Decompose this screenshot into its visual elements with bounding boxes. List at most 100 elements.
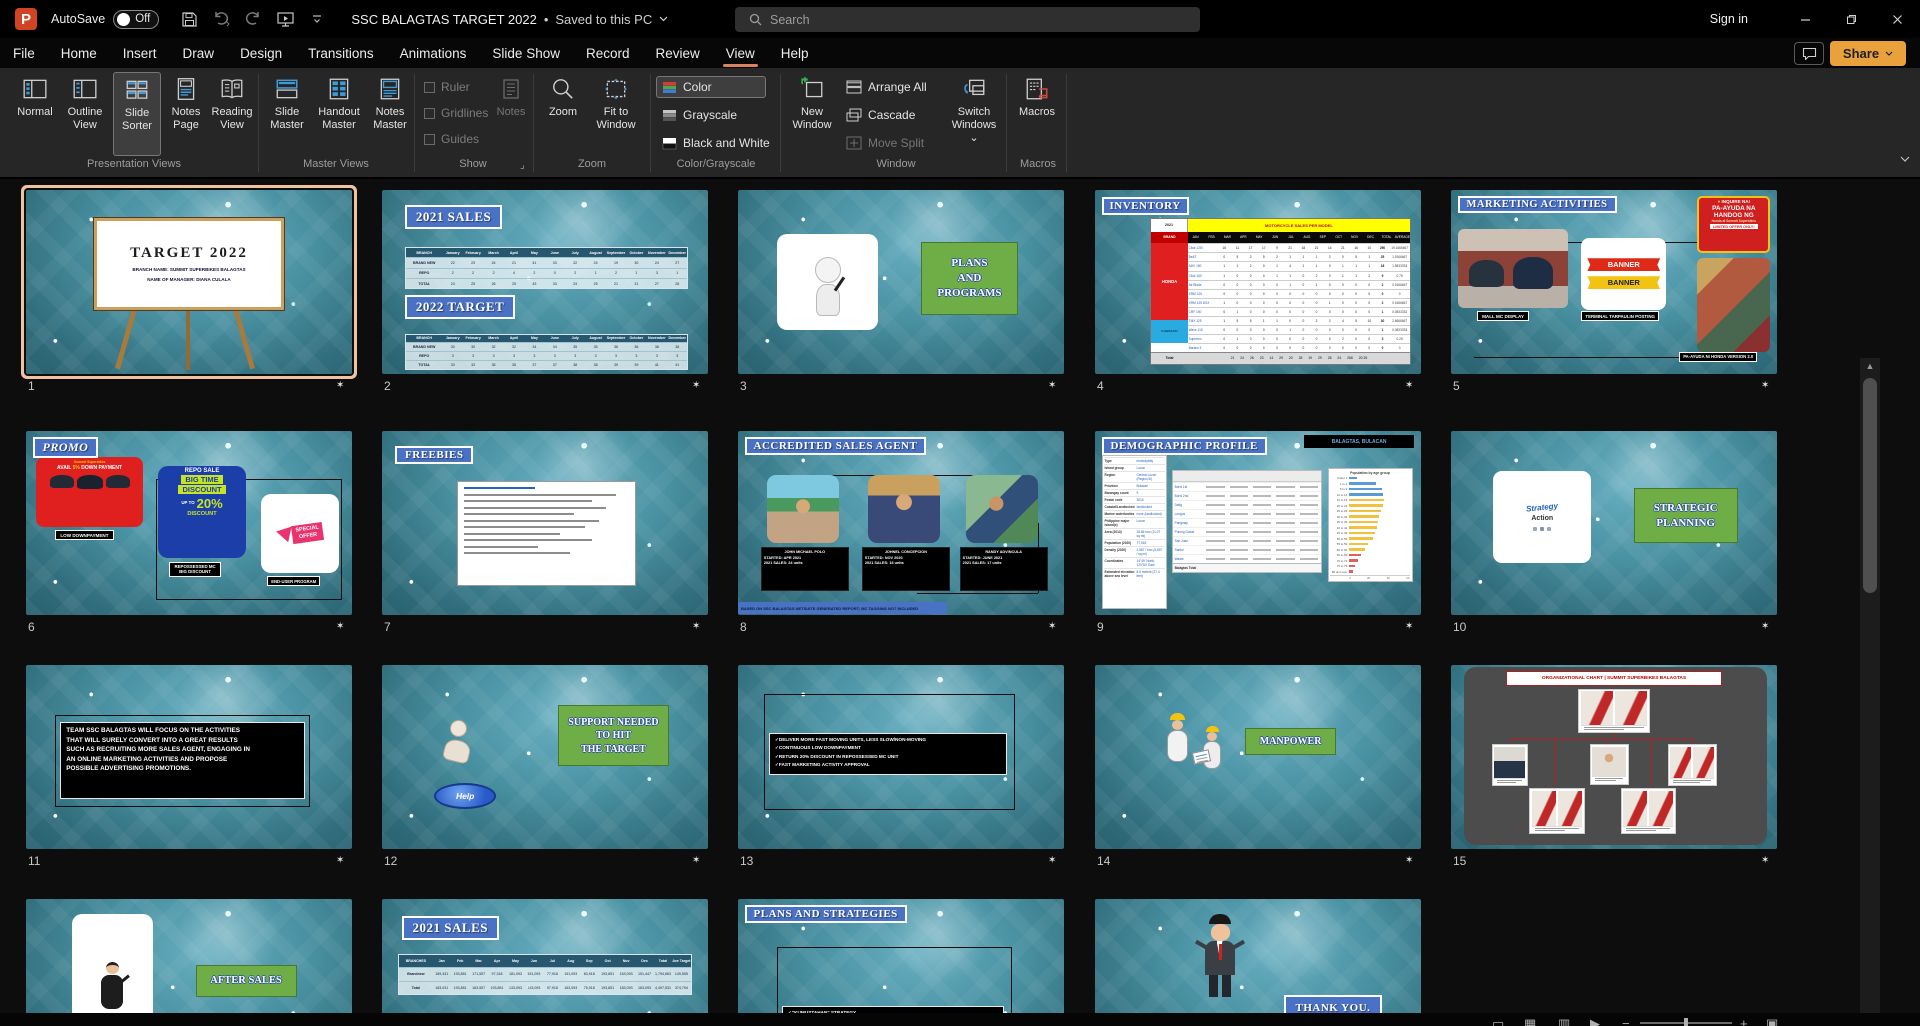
tab-help[interactable]: Help — [768, 38, 822, 68]
move-split-button[interactable]: Move Split — [846, 132, 924, 154]
slide-thumbnail-13[interactable]: ✓DELIVER MORE FAST MOVING UNITS, LESS SL… — [738, 665, 1064, 849]
color-button[interactable]: Color — [656, 76, 766, 98]
group-label-window: Window — [876, 158, 916, 170]
slideshow-statusbar-icon[interactable]: ▶ — [1590, 1016, 1600, 1026]
animation-star-icon: ✶ — [692, 855, 701, 866]
slide-thumbnail-7[interactable]: FREEBIES — [382, 431, 708, 615]
slide-thumbnail-17[interactable]: 2021 SALES BRANCHES Jan Feb Mar Apr May Jun Jul… — [382, 899, 708, 1026]
slide-thumbnail-19[interactable]: THANK YOU. — [1095, 899, 1421, 1026]
sign-in-button[interactable]: Sign in — [1710, 12, 1748, 26]
slide-master-button[interactable]: Slide Master — [264, 72, 310, 156]
show-dialog-launcher-icon[interactable]: ⌟ — [520, 160, 525, 171]
autosave-toggle[interactable]: Off — [113, 9, 160, 29]
save-button[interactable] — [174, 6, 204, 32]
slide-thumbnail-1[interactable]: TARGET 2022 BRANCH NAME: SUMMIT SUPERBIK… — [26, 190, 352, 374]
scrollbar-thumb[interactable] — [1863, 378, 1877, 593]
caption-end-user: END-USER PROGRAM — [267, 576, 321, 587]
comments-button[interactable] — [1794, 42, 1824, 65]
reading-view-statusbar-icon[interactable]: ▥ — [1558, 1016, 1570, 1026]
tab-slide-show[interactable]: Slide Show — [479, 38, 573, 68]
normal-view-statusbar-icon[interactable]: ▭ — [1492, 1016, 1504, 1026]
slide-sorter-button[interactable]: Slide Sorter — [113, 72, 161, 156]
cascade-button[interactable]: Cascade — [846, 104, 915, 126]
mall-display-photo — [1457, 228, 1569, 308]
help-figure-body — [441, 737, 473, 766]
close-button[interactable] — [1874, 0, 1920, 38]
zoom-in-icon[interactable]: + — [1740, 1016, 1748, 1026]
slide-number: 14 — [1097, 854, 1111, 868]
tab-transitions[interactable]: Transitions — [295, 38, 387, 68]
tab-record[interactable]: Record — [573, 38, 643, 68]
customize-quick-access-chevron[interactable] — [302, 6, 332, 32]
outline-view-button[interactable]: Outline View — [60, 72, 110, 156]
redo-button[interactable] — [238, 6, 268, 32]
restore-button[interactable] — [1828, 0, 1874, 38]
tab-animations[interactable]: Animations — [387, 38, 480, 68]
agent-caption-2: JOHNEL CONCEPCION STARTED: NOV 2020 2021… — [861, 546, 950, 592]
normal-view-button[interactable]: Normal — [12, 72, 58, 156]
slide-thumbnail-14[interactable]: MANPOWER — [1095, 665, 1421, 849]
powerpoint-app-icon[interactable]: P — [15, 8, 37, 30]
slide-thumbnail-5[interactable]: MARKETING ACTIVITIES MALL MC DISPLAY BAN… — [1451, 190, 1777, 374]
slide-thumbnail-16[interactable]: AFTER SALES — [26, 899, 352, 1026]
notes-button[interactable]: Notes — [492, 72, 530, 156]
guides-checkbox[interactable]: Guides — [424, 132, 479, 146]
zoom-slider-thumb[interactable] — [1684, 1018, 1688, 1026]
minimize-button[interactable] — [1782, 0, 1828, 38]
tab-review[interactable]: Review — [643, 38, 713, 68]
scroll-up-arrow-icon[interactable]: ▲ — [1860, 358, 1880, 374]
slide-thumbnail-6[interactable]: PROMO Summit Superbikes AVAIL 5% DOWN PA… — [26, 431, 352, 615]
label-plans-strategies: PLANS AND STRATEGIES — [744, 904, 907, 923]
grayscale-button[interactable]: Grayscale — [656, 104, 737, 126]
undo-button[interactable] — [206, 6, 236, 32]
zoom-button[interactable]: Zoom — [540, 72, 586, 156]
fit-to-window-button[interactable]: Fit to Window — [590, 72, 642, 156]
notes-master-button[interactable]: Notes Master — [368, 72, 412, 156]
slide-thumbnail-4[interactable]: INVENTORY 2021 MOTORCYCLE SALES PER MODEL… — [1095, 190, 1421, 374]
tab-file[interactable]: File — [0, 38, 48, 68]
switch-windows-button[interactable]: Switch Windows ⌄ — [948, 72, 1000, 156]
black-and-white-button[interactable]: Black and White — [656, 132, 770, 154]
slide-thumbnail-18[interactable]: PLANS AND STRATEGIES ✓"KUMUSTAHAN" STRAT… — [738, 899, 1064, 1026]
start-slideshow-button[interactable] — [270, 6, 300, 32]
black-white-icon — [662, 137, 677, 149]
zoom-out-icon[interactable]: − — [1622, 1016, 1630, 1026]
animation-star-icon: ✶ — [1761, 621, 1770, 632]
search-icon — [749, 13, 762, 26]
arrange-all-button[interactable]: Arrange All — [846, 76, 927, 98]
macros-button[interactable]: Macros — [1014, 72, 1060, 156]
tab-insert[interactable]: Insert — [110, 38, 170, 68]
slide-thumbnail-11[interactable]: TEAM SSC BALAGTAS WILL FOCUS ON THE ACTI… — [26, 665, 352, 849]
document-title[interactable]: SSC BALAGTAS TARGET 2022 • Saved to this… — [351, 12, 668, 27]
tab-view[interactable]: View — [713, 38, 768, 68]
slide-thumbnail-3[interactable]: PLANS AND PROGRAMS — [738, 190, 1064, 374]
slide-thumbnail-8[interactable]: ACCREDITED SALES AGENT JOHN MICHAEL POLO… — [738, 431, 1064, 615]
slide-sorter-pane[interactable]: TARGET 2022 BRANCH NAME: SUMMIT SUPERBIK… — [0, 179, 1920, 1026]
slide-thumbnail-12[interactable]: Help SUPPORT NEEDED TO HIT THE TARGET — [382, 665, 708, 849]
reading-view-button[interactable]: Reading View — [208, 72, 256, 156]
fit-slide-icon[interactable]: ▣ — [1766, 1016, 1778, 1026]
slide-sorter-statusbar-icon[interactable]: ▦ — [1524, 1016, 1536, 1026]
collapse-ribbon-chevron-icon[interactable] — [1900, 156, 1910, 162]
new-window-button[interactable]: New Window — [786, 72, 838, 156]
gridlines-checkbox[interactable]: Gridlines — [424, 106, 488, 120]
vertical-scrollbar[interactable]: ▲ ▼ — [1860, 358, 1880, 1026]
slide-thumbnail-2[interactable]: 2021 SALES BRANCH January February March Apr… — [382, 190, 708, 374]
animation-star-icon: ✶ — [1048, 621, 1057, 632]
share-button[interactable]: Share — [1830, 41, 1906, 66]
org-card-4 — [1529, 788, 1585, 835]
tab-design[interactable]: Design — [227, 38, 295, 68]
notes-page-button[interactable]: Notes Page — [164, 72, 208, 156]
handout-master-button[interactable]: Handout Master — [312, 72, 366, 156]
tab-home[interactable]: Home — [48, 38, 110, 68]
tab-draw[interactable]: Draw — [170, 38, 228, 68]
slide-thumbnail-10[interactable]: Strategy Action STRATEGIC PLANNING — [1451, 431, 1777, 615]
slide-number: 9 — [1097, 620, 1104, 634]
group-label-presentation-views: Presentation Views — [87, 158, 181, 170]
slide-thumbnail-9[interactable]: DEMOGRAPHIC PROFILE BALAGTAS, BULACAN Ty… — [1095, 431, 1421, 615]
megaphone-icon — [274, 523, 292, 543]
search-input[interactable]: Search — [735, 7, 1200, 32]
arrange-all-icon — [846, 80, 862, 94]
slide-thumbnail-15[interactable]: ORGANIZATIONAL CHART | SUMMIT SUPERBIKES… — [1451, 665, 1777, 849]
ruler-checkbox[interactable]: Ruler — [424, 80, 470, 94]
